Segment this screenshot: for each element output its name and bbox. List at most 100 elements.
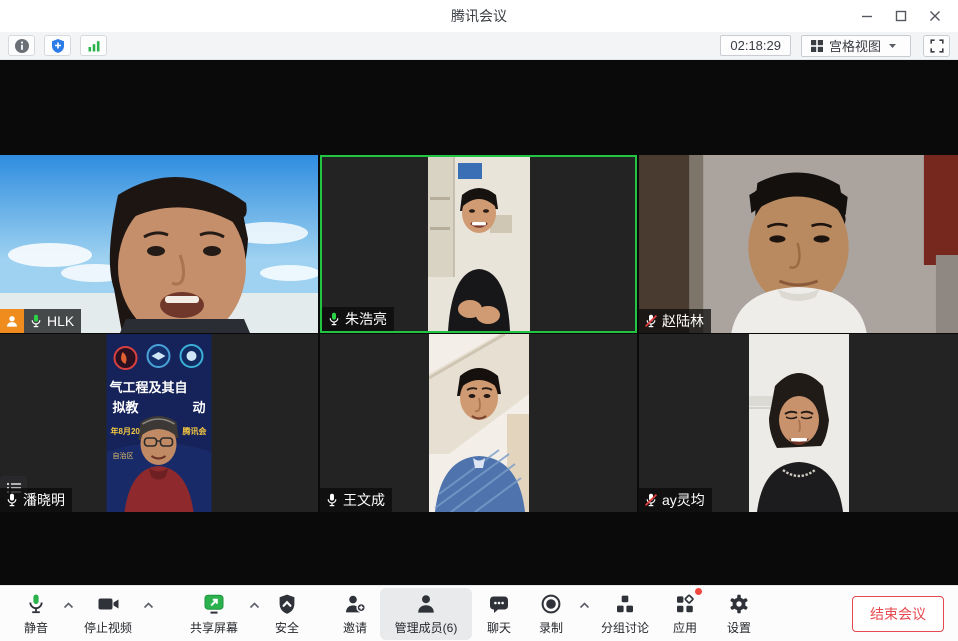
- fullscreen-button[interactable]: [923, 35, 950, 57]
- video-tile-panxiaoming[interactable]: 气工程及其自 拟教 动 年8月20日 腾讯会 自治区: [0, 334, 318, 512]
- window-title: 腾讯会议: [451, 6, 507, 26]
- apps-button[interactable]: 应用: [658, 588, 712, 640]
- chevron-up-icon: [143, 602, 154, 609]
- name-tag-zhaolulin: 赵陆林: [639, 309, 711, 333]
- share-screen-button[interactable]: 共享屏幕: [182, 588, 246, 640]
- end-meeting-button[interactable]: 结束会议: [852, 596, 944, 632]
- fullscreen-icon: [930, 39, 944, 53]
- record-options-chevron[interactable]: [576, 588, 592, 640]
- video-feed-wangwencheng: [429, 334, 529, 512]
- security-button[interactable]: 安全: [262, 588, 312, 640]
- video-feed-zhuhaoliang: [428, 157, 530, 331]
- share-screen-label: 共享屏幕: [190, 619, 238, 636]
- participant-name: 王文成: [343, 490, 385, 510]
- security-label: 安全: [275, 619, 299, 636]
- close-icon: [929, 10, 941, 22]
- meeting-timer: 02:18:29: [720, 35, 791, 56]
- record-icon: [539, 592, 563, 616]
- network-signal-icon: [86, 38, 102, 54]
- network-quality-button[interactable]: [80, 35, 107, 56]
- apps-label: 应用: [673, 619, 697, 636]
- maximize-button[interactable]: [884, 0, 918, 32]
- minimize-icon: [861, 10, 873, 22]
- minimize-button[interactable]: [850, 0, 884, 32]
- stop-video-label: 停止视频: [84, 619, 132, 636]
- view-mode-label: 宫格视图: [829, 36, 881, 55]
- name-tag-zhuhaoliang: 朱浩亮: [322, 307, 394, 331]
- bottom-toolbar: 静音 停止视频 共享屏幕: [0, 585, 958, 641]
- title-bar: 腾讯会议: [0, 0, 958, 32]
- chat-button[interactable]: 聊天: [472, 588, 526, 640]
- breakout-rooms-label: 分组讨论: [601, 619, 649, 636]
- view-mode-selector[interactable]: 宫格视图: [801, 35, 911, 57]
- name-tag-panxiaoming: 潘晓明: [0, 488, 72, 512]
- video-feed-zhaolulin: [639, 155, 958, 333]
- tencent-meeting-window: 腾讯会议: [0, 0, 958, 641]
- mic-active-icon: [29, 314, 43, 328]
- shield-plus-icon: [50, 38, 66, 54]
- name-tag-wangwencheng: 王文成: [320, 488, 392, 512]
- window-controls: [850, 0, 952, 32]
- mute-options-chevron[interactable]: [60, 588, 76, 640]
- security-status-button[interactable]: [44, 35, 71, 56]
- video-stage: HLK: [0, 60, 958, 585]
- invite-button[interactable]: 邀请: [330, 588, 380, 640]
- slide-title-line2a: 拟教: [113, 400, 140, 415]
- video-tile-hlk[interactable]: HLK: [0, 155, 318, 333]
- slide-title-line1: 气工程及其自: [110, 380, 188, 395]
- record-button[interactable]: 录制: [526, 588, 576, 640]
- participant-name: 赵陆林: [662, 311, 704, 331]
- chevron-up-icon: [63, 602, 74, 609]
- mic-active-icon: [327, 312, 341, 326]
- apps-grid-icon: [673, 592, 697, 616]
- participant-grid: HLK: [0, 155, 958, 512]
- mute-label: 静音: [24, 619, 48, 636]
- share-options-chevron[interactable]: [246, 588, 262, 640]
- chevron-down-icon: [888, 43, 897, 49]
- participant-name: 潘晓明: [23, 490, 65, 510]
- camera-icon: [96, 592, 121, 616]
- close-button[interactable]: [918, 0, 952, 32]
- name-tag-aylingjun: ay灵均: [639, 488, 712, 512]
- breakout-rooms-button[interactable]: 分组讨论: [592, 588, 658, 640]
- video-feed-panxiaoming: 气工程及其自 拟教 动 年8月20日 腾讯会 自治区: [107, 334, 212, 512]
- manage-members-button[interactable]: 管理成员(6): [380, 588, 472, 640]
- mute-button[interactable]: 静音: [12, 588, 60, 640]
- chevron-up-icon: [579, 602, 590, 609]
- share-screen-icon: [202, 592, 226, 616]
- name-tag-hlk: HLK: [0, 309, 81, 333]
- participant-name: HLK: [47, 313, 74, 329]
- manage-members-label: 管理成员(6): [395, 619, 458, 636]
- slide-title-line2b: 动: [193, 400, 206, 415]
- stop-video-button[interactable]: 停止视频: [76, 588, 140, 640]
- grid-view-icon: [810, 39, 824, 53]
- chat-bubble-icon: [487, 592, 511, 616]
- participant-name: ay灵均: [662, 490, 705, 510]
- settings-label: 设置: [727, 619, 751, 636]
- security-shield-icon: [275, 592, 299, 616]
- video-tile-aylingjun[interactable]: ay灵均: [639, 334, 958, 512]
- maximize-icon: [895, 10, 907, 22]
- members-icon: [414, 592, 438, 616]
- record-label: 录制: [539, 619, 563, 636]
- video-feed-aylingjun: [749, 334, 849, 512]
- chat-label: 聊天: [487, 619, 511, 636]
- notification-dot: [695, 588, 702, 595]
- settings-button[interactable]: 设置: [712, 588, 766, 640]
- video-tile-wangwencheng[interactable]: 王文成: [320, 334, 637, 512]
- video-feed-hlk: [0, 155, 318, 333]
- video-tile-zhuhaoliang[interactable]: 朱浩亮: [320, 155, 637, 333]
- invite-person-icon: [343, 592, 368, 616]
- video-tile-zhaolulin[interactable]: 赵陆林: [639, 155, 958, 333]
- host-badge-icon: [0, 309, 24, 333]
- settings-gear-icon: [727, 592, 751, 616]
- mic-muted-icon: [644, 493, 658, 507]
- mic-on-icon: [5, 493, 19, 507]
- slide-platform-text: 腾讯会: [182, 426, 207, 436]
- meeting-info-button[interactable]: [8, 35, 35, 56]
- video-options-chevron[interactable]: [140, 588, 156, 640]
- info-icon: [14, 38, 30, 54]
- mic-on-icon: [325, 493, 339, 507]
- mic-muted-icon: [644, 314, 658, 328]
- participant-name: 朱浩亮: [345, 309, 387, 329]
